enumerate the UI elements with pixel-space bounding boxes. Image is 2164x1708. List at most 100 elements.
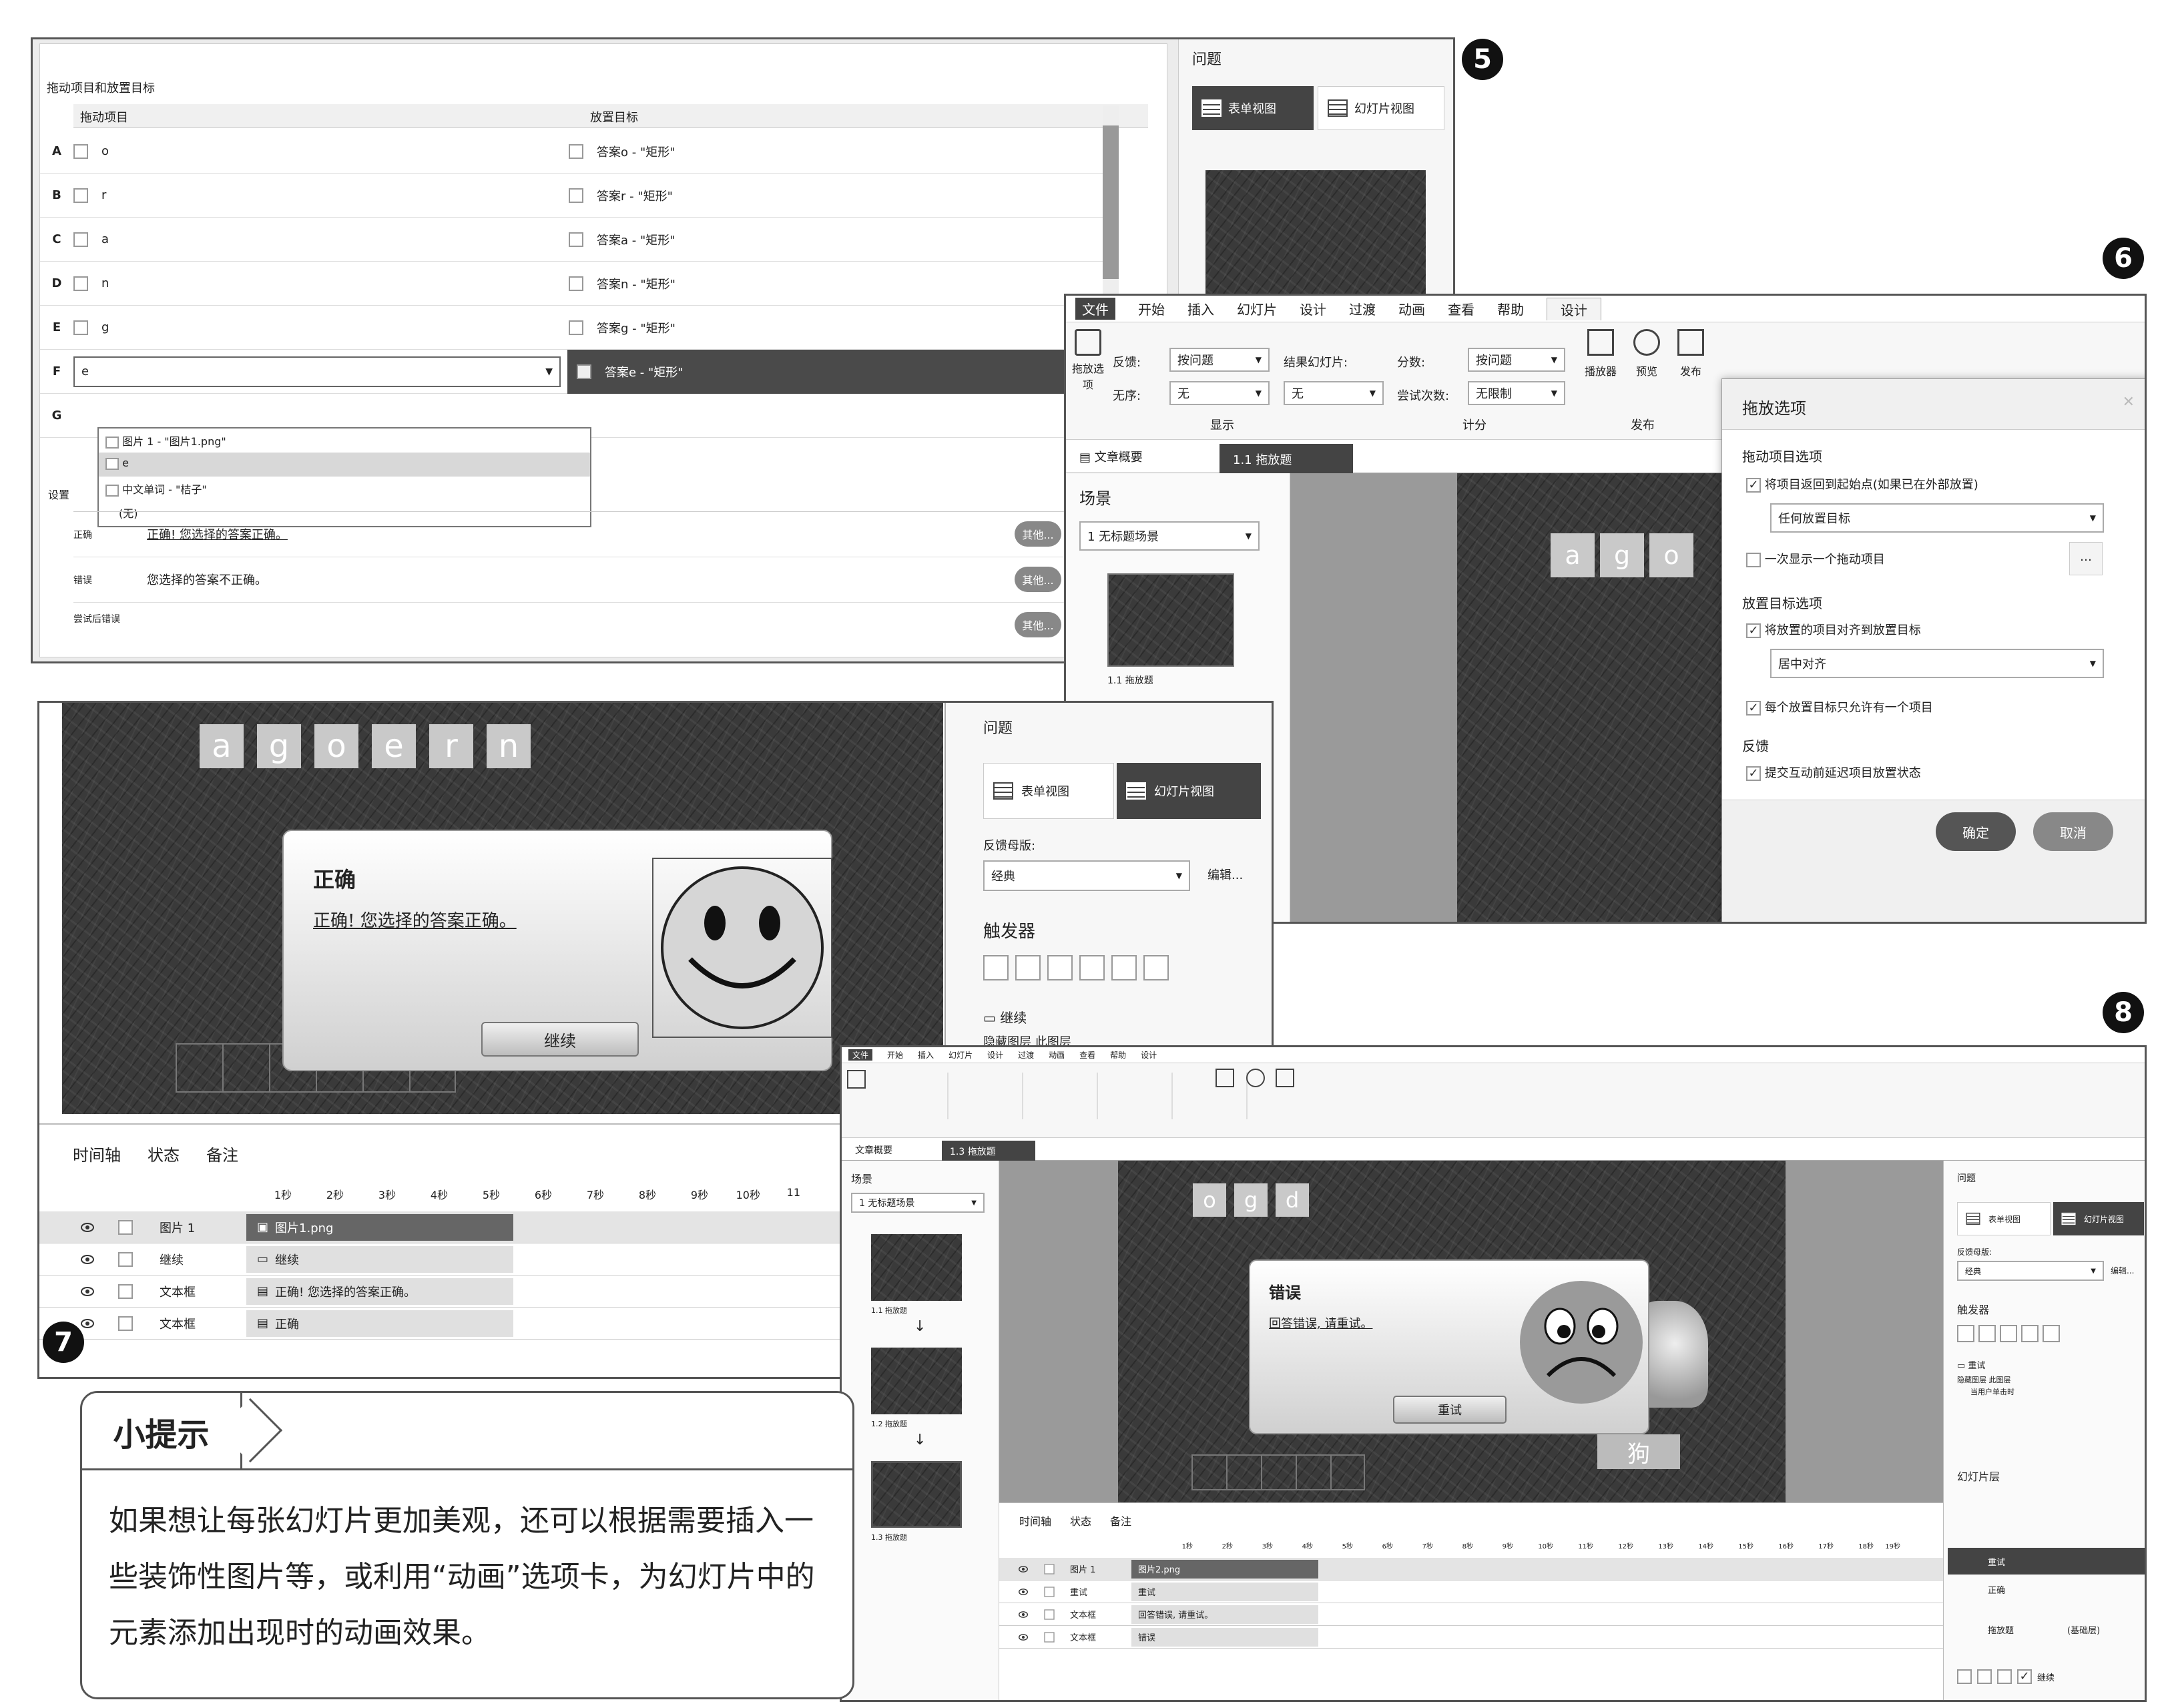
tab-view[interactable]: 查看 — [1448, 299, 1474, 318]
timeline-row[interactable]: 图片 1 图片2.png — [999, 1558, 1943, 1581]
timeline-row[interactable]: 文本框 回答错误, 请重试。 — [999, 1603, 1943, 1626]
checkbox-unchecked[interactable] — [1746, 553, 1761, 567]
lock-checkbox[interactable] — [1044, 1563, 1055, 1575]
feedback-master-combo[interactable]: 经典 ▼ — [1957, 1261, 2104, 1281]
timeline-row[interactable]: 重试 重试 — [999, 1581, 1943, 1603]
new-trigger-icon[interactable] — [983, 955, 1009, 980]
move-up-icon[interactable] — [1143, 955, 1169, 980]
table-row[interactable]: Dn 答案n - "矩形" — [40, 262, 1115, 306]
timeline-bar[interactable]: ▤ 正确! 您选择的答案正确。 — [246, 1277, 513, 1305]
close-icon[interactable]: ✕ — [2123, 394, 2135, 410]
paste-trigger-icon[interactable] — [1079, 955, 1105, 980]
cancel-button[interactable]: 取消 — [2033, 812, 2113, 851]
tab-design[interactable]: 设计 — [987, 1049, 1003, 1061]
ok-button[interactable]: 确定 — [1936, 812, 2016, 851]
drag-tile[interactable]: o — [1649, 533, 1693, 577]
scene-select[interactable]: 1 无标题场景 ▼ — [1079, 521, 1260, 551]
continue-button[interactable]: 继续 — [481, 1022, 639, 1057]
drag-tile[interactable]: n — [487, 724, 531, 768]
tab-states[interactable]: 状态 — [148, 1142, 180, 1165]
table-row-selected[interactable]: F e ▼ 答案e - "矩形" — [40, 349, 1115, 394]
layer-row-base[interactable]: 拖放题 (基础层) — [1948, 1612, 2145, 1647]
edit-link[interactable]: 编辑... — [2111, 1265, 2134, 1276]
snap-to-target-checkbox[interactable]: ✓ 将放置的项目对齐到放置目标 — [1746, 621, 1921, 638]
timeline-bar[interactable]: 重试 — [1131, 1582, 1318, 1601]
tab-notes[interactable]: 备注 — [1110, 1512, 1131, 1528]
lock-checkbox[interactable] — [118, 1284, 133, 1299]
tab-timeline[interactable]: 时间轴 — [73, 1142, 121, 1165]
drop-target-selected[interactable]: 答案e - "矩形" — [567, 349, 1115, 394]
tab-help[interactable]: 帮助 — [1110, 1049, 1126, 1061]
delay-state-checkbox[interactable]: ✓ 提交互动前延迟项目放置状态 — [1746, 764, 1921, 781]
lock-checkbox[interactable] — [118, 1251, 133, 1267]
tab-home[interactable]: 开始 — [887, 1049, 903, 1061]
lock-checkbox[interactable] — [1044, 1609, 1055, 1620]
timeline-bar[interactable]: 错误 — [1131, 1627, 1318, 1647]
retry-button[interactable]: 重试 — [1393, 1396, 1507, 1424]
player-button[interactable]: 播放器 — [1580, 329, 1621, 378]
trigger-item[interactable]: ▭ 继续 — [983, 1007, 1027, 1027]
feedback-text[interactable]: 正确! 您选择的答案正确。 — [147, 525, 288, 543]
tab-design-context[interactable]: 设计 — [1547, 297, 1601, 320]
more-button[interactable]: 其他... — [1015, 567, 1061, 592]
tab-transitions[interactable]: 过渡 — [1018, 1049, 1034, 1061]
tab-insert[interactable]: 插入 — [918, 1049, 934, 1061]
drag-tile[interactable]: o — [1193, 1183, 1226, 1217]
eye-icon[interactable] — [1019, 1565, 1028, 1573]
copy-trigger-icon[interactable] — [1047, 955, 1073, 980]
table-row[interactable]: Ao 答案o - "矩形" — [40, 129, 1115, 174]
dropdown-option-highlighted[interactable]: e — [99, 453, 590, 477]
tab-notes[interactable]: 备注 — [206, 1142, 238, 1165]
lock-checkbox[interactable] — [1044, 1586, 1055, 1597]
tab-animations[interactable]: 动画 — [1049, 1049, 1065, 1061]
layer-row-selected[interactable]: 重试 — [1948, 1548, 2145, 1575]
timeline-bar[interactable]: 回答错误, 请重试。 — [1131, 1605, 1318, 1624]
tab-transitions[interactable]: 过渡 — [1349, 299, 1376, 318]
slide-thumbnail[interactable] — [871, 1234, 962, 1301]
form-view-button[interactable]: 表单视图 — [983, 763, 1114, 819]
eye-icon[interactable] — [1019, 1611, 1028, 1618]
eye-icon[interactable] — [1019, 1588, 1028, 1595]
tab-insert[interactable]: 插入 — [1187, 299, 1214, 318]
tab-view[interactable]: 查看 — [1079, 1049, 1095, 1061]
eye-icon[interactable] — [81, 1222, 94, 1232]
eye-icon[interactable] — [1019, 1633, 1028, 1641]
drag-options-button[interactable]: 拖放选项 — [1071, 329, 1105, 409]
tab-slides[interactable]: 幻灯片 — [949, 1049, 973, 1061]
preview-button[interactable]: 预览 — [1627, 329, 1667, 378]
attempts-combo[interactable]: 无限制 ▼ — [1468, 381, 1565, 405]
delete-layer-icon[interactable] — [1997, 1669, 2012, 1684]
slide-view-button[interactable]: 幻灯片视图 — [1318, 86, 1444, 130]
more-button[interactable]: 其他... — [1015, 612, 1061, 637]
feedback-text[interactable]: 您选择的答案不正确。 — [147, 571, 267, 588]
slide-thumbnail[interactable] — [1107, 573, 1234, 667]
doc-outline-tab[interactable]: ▤ 文章概要 — [1079, 448, 1143, 465]
table-row[interactable]: Ca 答案a - "矩形" — [40, 218, 1115, 262]
checkbox-checked[interactable]: ✓ — [1746, 701, 1761, 716]
score-combo[interactable]: 按问题 ▼ — [1468, 348, 1565, 372]
form-view-button[interactable]: 表单视图 — [1192, 86, 1314, 130]
lock-checkbox[interactable] — [118, 1219, 133, 1235]
publish-button[interactable]: 发布 — [1671, 329, 1711, 378]
drag-tile[interactable]: r — [429, 724, 473, 768]
tab-states[interactable]: 状态 — [1070, 1512, 1091, 1528]
slide-thumbnail-selected[interactable] — [871, 1461, 962, 1528]
tab-slides[interactable]: 幻灯片 — [1237, 299, 1277, 318]
return-target-combo[interactable]: 任何放置目标 ▼ — [1770, 503, 2104, 533]
tab-design[interactable]: 设计 — [1300, 299, 1326, 318]
timeline-row[interactable]: 文本框 错误 — [999, 1626, 1943, 1649]
delete-trigger-icon[interactable] — [1111, 955, 1137, 980]
drag-tile[interactable]: g — [1234, 1183, 1268, 1217]
tab-file[interactable]: 文件 — [848, 1049, 873, 1061]
eye-icon[interactable] — [81, 1286, 94, 1296]
tab-design-context[interactable]: 设计 — [1141, 1049, 1157, 1061]
ellipsis-button[interactable]: … — [2069, 542, 2103, 575]
checkbox-checked[interactable]: ✓ — [2017, 1669, 2032, 1684]
eye-icon[interactable] — [81, 1254, 94, 1264]
timeline-bar[interactable]: ▭ 继续 — [246, 1245, 513, 1273]
paste-trigger-icon[interactable] — [2021, 1325, 2039, 1342]
timeline-bar[interactable]: ▤ 正确 — [246, 1310, 513, 1337]
dropdown-option[interactable]: 图片 1 - "图片1.png" — [99, 429, 590, 453]
slide-view-button[interactable]: 幻灯片视图 — [1117, 763, 1261, 819]
form-view-button[interactable]: 表单视图 — [1957, 1202, 2051, 1235]
